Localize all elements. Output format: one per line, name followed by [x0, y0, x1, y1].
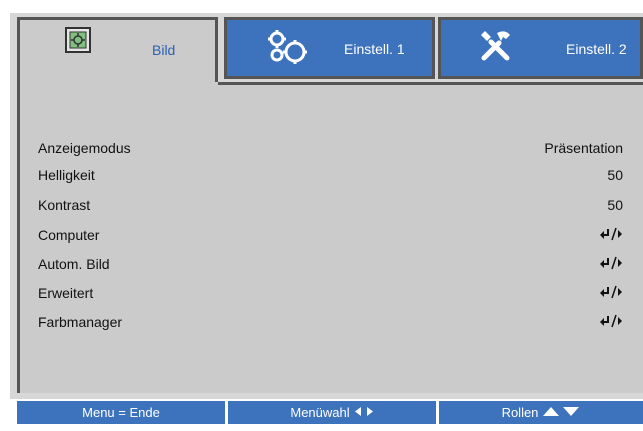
left-right-arrows-icon	[354, 405, 374, 420]
up-down-arrows-icon	[542, 405, 580, 420]
footer-menu-select: Menüwahl	[228, 401, 436, 424]
gears-icon	[265, 28, 315, 75]
menu-row-erweitert[interactable]: Erweitert	[38, 281, 623, 307]
enter-arrow-icon	[599, 285, 623, 302]
menu-row-value: Präsentation	[544, 140, 623, 156]
menu-row-label: Kontrast	[38, 197, 91, 213]
menu-row-autom-bild[interactable]: Autom. Bild	[38, 252, 623, 278]
menu-row-label: Erweitert	[38, 285, 94, 301]
footer-menu-exit: Menu = Ende	[17, 401, 225, 424]
enter-arrow-icon	[599, 227, 623, 244]
footer-scroll: Rollen	[439, 401, 643, 424]
tab-einstell-1[interactable]: Einstell. 1	[224, 17, 435, 79]
tools-icon	[477, 27, 515, 70]
menu-row-computer[interactable]: Computer	[38, 223, 623, 249]
tab-divider	[218, 82, 643, 85]
footer-menu-label: Menu = Ende	[82, 405, 160, 420]
menu-row-anzeigemodus[interactable]: Anzeigemodus Präsentation	[38, 136, 623, 162]
tab-bild-label: Bild	[152, 42, 176, 58]
tab-einstell-2[interactable]: Einstell. 2	[438, 17, 643, 79]
tab-einstell-2-label: Einstell. 2	[566, 41, 627, 57]
menu-row-label: Computer	[38, 227, 100, 243]
enter-arrow-icon	[599, 314, 623, 331]
menu-row-farbmanager[interactable]: Farbmanager	[38, 310, 623, 336]
enter-arrow-icon	[599, 256, 623, 273]
tab-bild[interactable]: Bild	[17, 17, 218, 85]
menu-row-label: Farbmanager	[38, 314, 123, 330]
menu-row-label: Anzeigemodus	[38, 140, 131, 156]
menu-row-value: 50	[607, 197, 623, 213]
footer-scroll-label: Rollen	[501, 405, 539, 420]
footer-select-label: Menüwahl	[290, 405, 350, 420]
menu-row-label: Helligkeit	[38, 167, 95, 183]
menu-row-kontrast[interactable]: Kontrast 50	[38, 193, 623, 219]
menu-row-label: Autom. Bild	[38, 256, 110, 272]
menu-row-helligkeit[interactable]: Helligkeit 50	[38, 163, 623, 189]
picture-icon	[65, 27, 91, 58]
menu-row-value: 50	[607, 167, 623, 183]
tab-einstell-1-label: Einstell. 1	[344, 41, 405, 57]
